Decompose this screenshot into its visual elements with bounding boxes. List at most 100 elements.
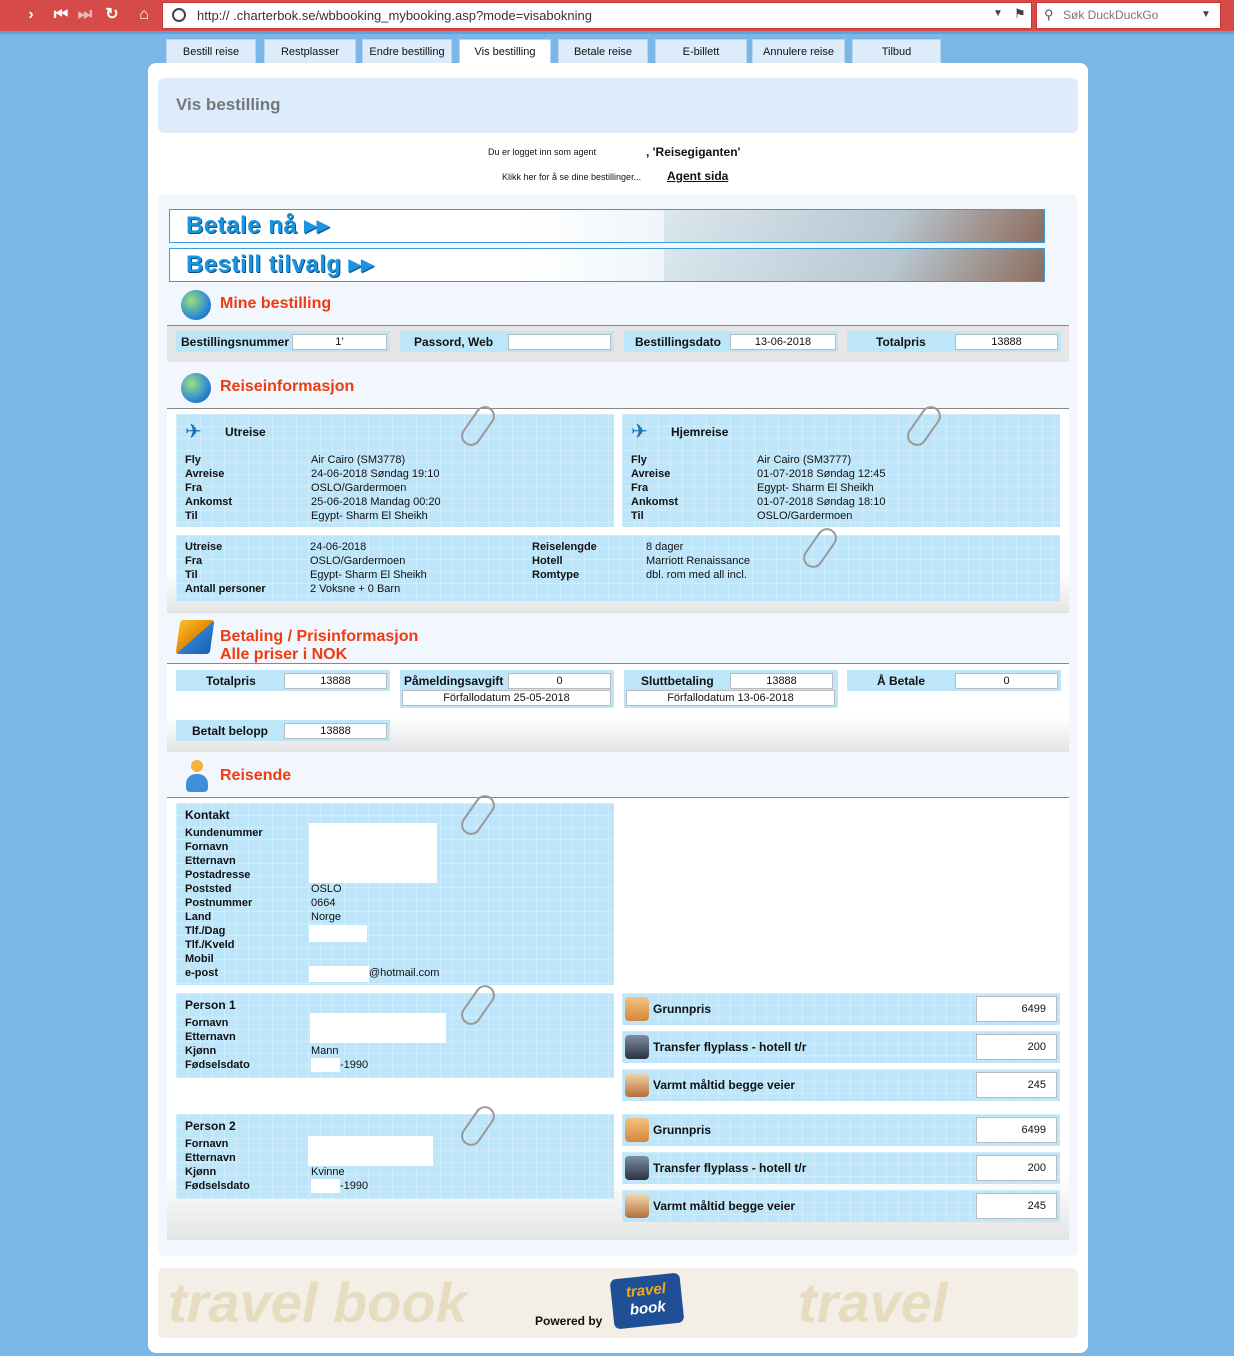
city-value: OSLO: [311, 883, 342, 895]
outbound-labels: Fly Avreise Fra Ankomst Til: [185, 453, 232, 523]
search-dropdown-icon[interactable]: ▼: [1201, 9, 1211, 20]
toolbar-divider: [0, 31, 1234, 34]
adult-price-icon: [625, 997, 649, 1021]
tab-annulere-reise[interactable]: Annulere reise: [752, 39, 845, 64]
footer-watermark-right: travel book: [798, 1271, 948, 1338]
contact-labels: Kundenummer Fornavn Etternavn Postadress…: [185, 826, 263, 980]
birthdate-label: Fødselsdato: [185, 1059, 250, 1071]
tab-tilbud[interactable]: Tilbud: [852, 39, 941, 64]
first-name-label: Fornavn: [185, 841, 229, 853]
total-price-value: 13888: [955, 334, 1058, 350]
outbound-date-label: Utreise: [185, 541, 223, 553]
web-password-value: [508, 334, 611, 350]
banner-photo: [664, 210, 1044, 242]
skip-forward-icon[interactable]: ⏭: [74, 4, 96, 26]
order-extras-banner[interactable]: Bestill tilvalg ▸▸: [169, 248, 1045, 282]
country-value: Norge: [311, 911, 341, 923]
agent-logged-in-text: Du er logget inn som agent: [488, 147, 597, 157]
birth-year: -1990: [340, 1180, 369, 1192]
amount-due-label: Å Betale: [877, 674, 926, 688]
reload-icon[interactable]: ↻: [101, 4, 123, 26]
paid-amount-value: 13888: [284, 723, 387, 739]
person-1-labels: Fornavn Etternavn Kjønn Fødselsdato: [185, 1016, 250, 1072]
outbound-values: Air Cairo (SM3778) 24-06-2018 Søndag 19:…: [311, 453, 441, 523]
arrival-label: Ankomst: [631, 496, 679, 508]
birth-year: -1990: [340, 1059, 369, 1071]
amount-due-value: 0: [955, 673, 1058, 689]
airplane-icon: ✈: [631, 421, 648, 443]
country-label: Land: [185, 911, 212, 923]
trip-length-label: Reiselengde: [532, 541, 597, 553]
url-dropdown-icon[interactable]: ▼: [993, 8, 1003, 19]
final-payment-value: 13888: [730, 673, 833, 689]
hotel-label: Hotell: [532, 555, 563, 567]
postal-code-value: 0664: [311, 897, 336, 909]
skip-back-icon[interactable]: ⏮: [50, 4, 72, 26]
redacted-birthdate: [311, 1058, 340, 1072]
booking-date-value: 13-06-2018: [730, 334, 836, 350]
last-name-label: Etternavn: [185, 1152, 236, 1164]
paid-amount-label: Betalt belopp: [192, 724, 269, 738]
payment-title-line1: Betaling / Prisinformasjon: [220, 628, 419, 645]
person-2-heading: Person 2: [185, 1119, 236, 1133]
departure-value: 24-06-2018 Søndag 19:10: [311, 468, 440, 480]
outbound-date-value: 24-06-2018: [310, 541, 367, 553]
bus-icon: [625, 1035, 649, 1059]
deposit-value: 0: [508, 673, 611, 689]
email-label: e-post: [185, 967, 218, 979]
tab-restplasser[interactable]: Restplasser: [264, 39, 356, 64]
room-type-value: dbl. rom med all incl.: [646, 569, 747, 581]
to-label: Til: [185, 569, 198, 581]
pay-now-banner[interactable]: Betale nå ▸▸: [169, 209, 1045, 243]
phone-day-label: Tlf./Dag: [185, 925, 226, 937]
tab-bestill-reise[interactable]: Bestill reise: [166, 39, 256, 64]
tab-vis-bestilling[interactable]: Vis bestilling: [459, 39, 551, 65]
departure-label: Avreise: [185, 468, 225, 480]
final-payment-due-date: Förfallodatum 13-06-2018: [626, 690, 835, 706]
first-name-label: Fornavn: [185, 1017, 229, 1029]
adult-price-icon: [625, 1118, 649, 1142]
tab-e-billett[interactable]: E-billett: [655, 39, 747, 64]
from-value: Egypt- Sharm El Sheikh: [757, 482, 874, 494]
customer-number-label: Kundenummer: [185, 827, 263, 839]
booking-date-label: Bestillingsdato: [635, 335, 722, 349]
price-value: 200: [976, 1155, 1057, 1181]
agent-page-link[interactable]: Agent sida: [667, 169, 728, 183]
flight-value: Air Cairo (SM3777): [757, 454, 852, 466]
powered-by-text: Powered by: [535, 1314, 603, 1328]
agent-link-prompt: Klikk her for å se dine bestillinger...: [502, 172, 642, 182]
globe-icon: [181, 373, 211, 403]
deposit-label: Påmeldingsavgift: [404, 674, 504, 688]
banner-photo: [664, 249, 1044, 281]
pay-now-label: Betale nå ▸▸: [186, 212, 330, 239]
mine-bestilling-title: Mine bestilling: [220, 295, 332, 312]
globe-icon: [181, 290, 211, 320]
travelbook-logo[interactable]: travel book: [609, 1272, 685, 1330]
home-icon[interactable]: ⌂: [133, 4, 155, 26]
site-info-icon[interactable]: [172, 8, 186, 22]
page-title: Vis bestilling: [176, 95, 281, 114]
tab-betale-reise[interactable]: Betale reise: [558, 39, 648, 64]
outbound-heading: Utreise: [225, 425, 266, 439]
url-bar[interactable]: http:// .charterbok.se/wbbooking_mybooki…: [162, 2, 1032, 29]
price-value: 200: [976, 1034, 1057, 1060]
from-label: Fra: [185, 482, 203, 494]
last-name-label: Etternavn: [185, 855, 236, 867]
payment-title: Betaling / Prisinformasjon Alle priser i…: [220, 628, 418, 664]
forward-arrow-icon[interactable]: ›: [20, 4, 42, 26]
price-label: Varmt måltid begge veier: [653, 1078, 796, 1092]
to-value: OSLO/Gardermoen: [757, 510, 853, 522]
tab-endre-bestilling[interactable]: Endre bestilling: [362, 39, 452, 64]
gender-value: Kvinne: [311, 1166, 345, 1178]
final-payment-label: Sluttbetaling: [641, 674, 714, 688]
meal-icon: [625, 1073, 649, 1097]
price-label: Varmt måltid begge veier: [653, 1199, 796, 1213]
passenger-count-value: 2 Voksne + 0 Barn: [310, 583, 401, 595]
price-value: 245: [976, 1193, 1057, 1219]
bookmark-icon[interactable]: ⚑: [1014, 6, 1026, 22]
room-type-label: Romtype: [532, 569, 580, 581]
gender-label: Kjønn: [185, 1166, 217, 1178]
redacted-name: [308, 1136, 433, 1166]
address-label: Postadresse: [185, 869, 251, 881]
search-input[interactable]: Søk DuckDuckGo: [1036, 2, 1221, 29]
